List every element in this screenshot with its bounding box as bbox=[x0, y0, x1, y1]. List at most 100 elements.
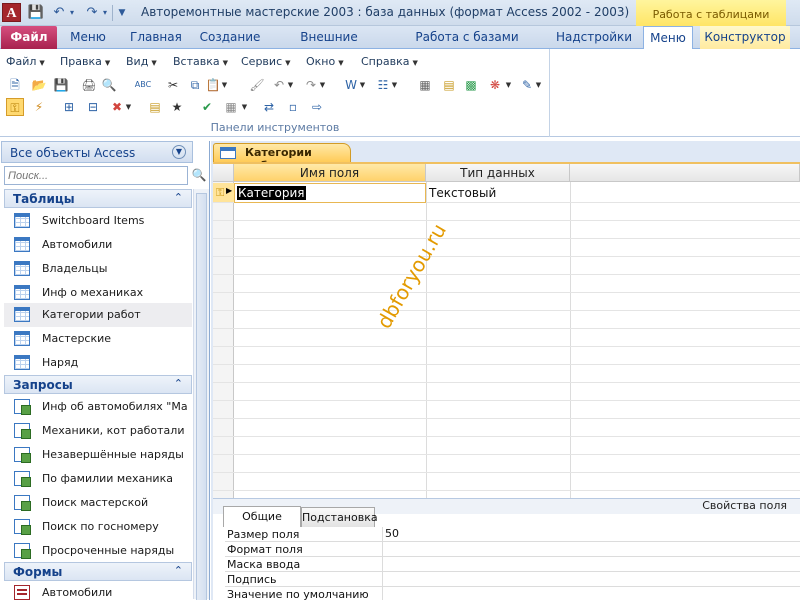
build-dropdown-icon[interactable]: ▼ bbox=[534, 76, 543, 94]
nav-item-table[interactable]: Автомобили bbox=[4, 233, 192, 257]
property-value[interactable]: 50 bbox=[382, 527, 800, 542]
property-row[interactable]: Значение по умолчанию bbox=[225, 587, 800, 600]
test-validation-icon[interactable]: ✔ bbox=[198, 98, 216, 116]
field-name-cell[interactable]: Категория bbox=[234, 183, 426, 203]
analyze-dropdown-icon[interactable]: ▼ bbox=[390, 76, 399, 94]
new-object-dropdown-icon[interactable]: ▼ bbox=[504, 76, 513, 94]
nav-item-query[interactable]: Механики, кот работали на... bbox=[4, 419, 192, 443]
nav-item-query[interactable]: Просроченные наряды bbox=[4, 539, 192, 563]
property-row[interactable]: Размер поля 50 bbox=[225, 527, 800, 542]
tab-home[interactable]: Главная bbox=[130, 26, 182, 49]
print-icon[interactable]: 🖨 bbox=[80, 76, 98, 94]
new-icon[interactable]: 🗎 bbox=[6, 76, 24, 94]
copy-icon[interactable]: ⧉ bbox=[186, 76, 204, 94]
relationships-icon[interactable]: ▩ bbox=[462, 76, 480, 94]
collapse-icon[interactable]: ⌃ bbox=[174, 377, 183, 390]
nav-item-table[interactable]: Инф о механиках bbox=[4, 281, 192, 305]
menu-view[interactable]: Вид ▼ bbox=[126, 55, 157, 68]
new-object-icon[interactable]: ❋ bbox=[486, 76, 504, 94]
nav-item-query[interactable]: Незавершённые наряды bbox=[4, 443, 192, 467]
office-links-dropdown-icon[interactable]: ▼ bbox=[358, 76, 367, 94]
undo-dropdown-icon[interactable]: ▾ bbox=[67, 4, 77, 22]
select-all-corner[interactable] bbox=[213, 164, 234, 182]
rename-field-icon[interactable]: ⇨ bbox=[308, 98, 326, 116]
property-value[interactable] bbox=[382, 572, 800, 587]
property-sheet-icon[interactable]: ▤ bbox=[146, 98, 164, 116]
redo-icon[interactable]: ↷ bbox=[83, 4, 101, 22]
delete-dropdown-icon[interactable]: ▼ bbox=[124, 98, 133, 116]
insert-lookup-icon[interactable]: ⇄ bbox=[260, 98, 278, 116]
document-tab[interactable]: Категории работ bbox=[213, 143, 351, 172]
collapse-icon[interactable]: ⌃ bbox=[174, 191, 183, 204]
property-row[interactable]: Формат поля bbox=[225, 542, 800, 557]
code-icon[interactable]: ▦ bbox=[416, 76, 434, 94]
undo-icon[interactable]: ↶ bbox=[50, 4, 68, 22]
save-icon[interactable]: 💾 bbox=[52, 76, 70, 94]
menu-window[interactable]: Окно ▼ bbox=[306, 55, 344, 68]
macro-icon[interactable]: ▦ bbox=[222, 98, 240, 116]
nav-item-table[interactable]: Наряд bbox=[4, 351, 192, 375]
nav-group-forms[interactable]: Формы ⌃ bbox=[4, 562, 192, 581]
row-selector-column[interactable] bbox=[213, 182, 234, 498]
nav-group-queries[interactable]: Запросы ⌃ bbox=[4, 375, 192, 394]
nav-group-tables[interactable]: Таблицы ⌃ bbox=[4, 189, 192, 208]
tab-menu-legacy[interactable]: Меню bbox=[68, 26, 108, 49]
builder-icon[interactable]: ★ bbox=[168, 98, 186, 116]
table-design-grid[interactable]: Имя поля Тип данных ⚿ ▶ Категория Тексто… bbox=[213, 162, 800, 498]
object-dependencies-icon[interactable]: ▫ bbox=[284, 98, 302, 116]
paste-dropdown-icon[interactable]: ▼ bbox=[220, 76, 229, 94]
primary-key-icon[interactable]: ⚿ bbox=[6, 98, 24, 116]
save-icon[interactable]: 💾 bbox=[27, 4, 45, 22]
menu-service[interactable]: Сервис ▼ bbox=[241, 55, 291, 68]
collapse-icon[interactable]: ⌃ bbox=[174, 564, 183, 577]
nav-item-table[interactable]: Мастерские bbox=[4, 327, 192, 351]
tab-general[interactable]: Общие bbox=[223, 506, 301, 527]
property-value[interactable] bbox=[382, 587, 800, 600]
nav-pane-menu-icon[interactable]: ▼ bbox=[172, 145, 186, 159]
nav-item-query[interactable]: Поиск по госномеру bbox=[4, 515, 192, 539]
property-value[interactable] bbox=[382, 542, 800, 557]
indexes-icon[interactable]: ⚡ bbox=[30, 98, 48, 116]
format-painter-icon[interactable]: 🖌 bbox=[248, 76, 266, 94]
search-icon[interactable]: 🔍 bbox=[190, 166, 208, 185]
nav-scrollbar-thumb[interactable] bbox=[196, 193, 207, 600]
nav-item-form[interactable]: Автомобили bbox=[4, 581, 192, 600]
tab-lookup[interactable]: Подстановка bbox=[301, 507, 378, 527]
row-selector[interactable]: ⚿ ▶ bbox=[213, 183, 234, 202]
nav-item-table-selected[interactable]: Категории работ bbox=[4, 303, 192, 327]
property-row[interactable]: Маска ввода bbox=[225, 557, 800, 572]
undo-dropdown-icon[interactable]: ▼ bbox=[286, 76, 295, 94]
property-row[interactable]: Подпись bbox=[225, 572, 800, 587]
data-type-cell[interactable]: Текстовый bbox=[429, 186, 496, 200]
menu-file[interactable]: Файл ▼ bbox=[6, 55, 45, 68]
nav-search-input[interactable] bbox=[4, 166, 188, 185]
tab-create[interactable]: Создание bbox=[199, 26, 261, 49]
nav-pane-header[interactable]: Все объекты Access ▼ bbox=[1, 141, 193, 163]
open-icon[interactable]: 📂 bbox=[30, 76, 48, 94]
delete-rows-icon[interactable]: ⊟ bbox=[84, 98, 102, 116]
menu-insert[interactable]: Вставка ▼ bbox=[173, 55, 228, 68]
tab-file[interactable]: Файл bbox=[1, 26, 57, 49]
tab-external-data[interactable]: Внешние данные bbox=[280, 26, 378, 67]
access-app-icon[interactable]: A bbox=[2, 3, 21, 22]
nav-item-table[interactable]: Владельцы bbox=[4, 257, 192, 281]
property-value[interactable] bbox=[382, 557, 800, 572]
redo-dropdown-icon[interactable]: ▼ bbox=[318, 76, 327, 94]
menu-help[interactable]: Справка ▼ bbox=[361, 55, 418, 68]
cut-icon[interactable]: ✂ bbox=[164, 76, 182, 94]
customize-qat-icon[interactable]: ▼ bbox=[116, 4, 128, 22]
redo-dropdown-icon[interactable]: ▾ bbox=[100, 4, 110, 22]
macro-dropdown-icon[interactable]: ▼ bbox=[240, 98, 249, 116]
tab-addins[interactable]: Надстройки bbox=[556, 26, 632, 49]
spelling-icon[interactable]: ABC bbox=[134, 76, 152, 94]
tab-database-tools[interactable]: Работа с базами данных bbox=[400, 26, 534, 67]
nav-item-query[interactable]: По фамилии механика bbox=[4, 467, 192, 491]
nav-scrollbar[interactable] bbox=[193, 189, 209, 600]
insert-rows-icon[interactable]: ⊞ bbox=[60, 98, 78, 116]
properties-icon[interactable]: ▤ bbox=[440, 76, 458, 94]
tab-menu[interactable]: Меню bbox=[643, 26, 693, 50]
nav-item-query[interactable]: Поиск мастерской bbox=[4, 491, 192, 515]
tab-design[interactable]: Конструктор bbox=[700, 26, 790, 49]
nav-item-table[interactable]: Switchboard Items bbox=[4, 209, 192, 233]
print-preview-icon[interactable]: 🔍 bbox=[100, 76, 118, 94]
